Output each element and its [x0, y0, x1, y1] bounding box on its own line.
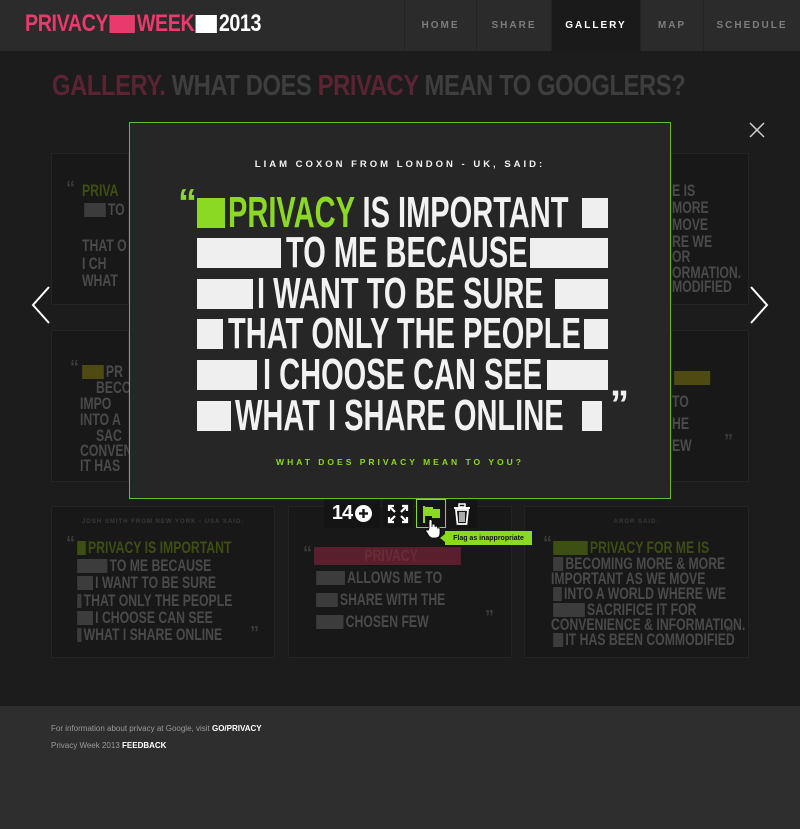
card-line: THAT O [82, 236, 127, 255]
card-line: CHOSEN FEW [345, 612, 429, 631]
card-line: PRIVACY IS IMPORTANT [87, 538, 232, 557]
quote-block [197, 238, 281, 268]
card-line: TO [672, 392, 689, 411]
trash-icon [454, 502, 470, 525]
card-line: SHARE WITH THE [339, 590, 446, 609]
quote-block [555, 279, 608, 309]
page-title-suffix: MEAN TO GOOGLERS? [424, 70, 686, 102]
card-line: HE [672, 414, 690, 433]
quote-block [582, 198, 608, 228]
hand-cursor-icon [425, 519, 441, 539]
quote-line-6: WHAT I SHARE ONLINE [130, 391, 672, 440]
quote-block [530, 238, 608, 268]
page-title: GALLERY. WHAT DOES PRIVACY MEAN TO GOOGL… [52, 70, 686, 103]
gallery-card-bottom-middle[interactable]: “ PRIVACY ALLOWS ME TO SHARE WITH THE CH… [288, 506, 512, 658]
nav-share[interactable]: SHARE [476, 0, 551, 51]
footer-event-text: Privacy Week 2013 [51, 741, 120, 750]
logo-white-block [195, 15, 218, 33]
logo-pink-block [109, 15, 136, 33]
delete-button[interactable] [447, 499, 477, 528]
page-footer: For information about privacy at Google,… [0, 706, 800, 829]
logo-year: 2013 [218, 10, 262, 37]
card-line: I WANT TO BE SURE [95, 573, 216, 592]
card-line: EW [672, 436, 692, 455]
card-line: PRIVA [82, 181, 119, 200]
quote-line-3: I WANT TO BE SURE [130, 269, 672, 318]
expand-icon [387, 504, 409, 523]
gallery-card-bottom-right[interactable]: AROR SAID: “ PRIVACY FOR ME IS BECOMING … [524, 506, 749, 658]
quote-block [197, 279, 253, 309]
modal-question: WHAT DOES PRIVACY MEAN TO YOU? [276, 457, 524, 467]
gallery-card-bottom-left[interactable]: JOSH SMITH FROM NEW YORK - USA SAID: “ P… [51, 506, 275, 658]
quote-modal: LIAM COXON FROM LONDON - UK, SAID: “ PRI… [129, 122, 671, 499]
quote-block [584, 319, 608, 349]
close-quote-mark: ” [610, 384, 629, 426]
quote-line-1: PRIVACY IS IMPORTANT [130, 191, 672, 235]
quote-line-2: TO ME BECAUSE [130, 228, 672, 277]
logo-word-week: WEEK [136, 10, 195, 37]
nav-map[interactable]: MAP [640, 0, 703, 51]
quote-text: I CHOOSE CAN SEE [263, 350, 543, 399]
plus-count: 14 [331, 502, 353, 524]
quote-block [197, 401, 231, 431]
card-line: IT HAS BEEN COMMODIFIED [565, 630, 735, 649]
privacy-week-logo[interactable]: PRIVACY WEEK 2013 [25, 12, 261, 36]
top-bar: PRIVACY WEEK 2013 HOME SHARE GALLERY MAP… [0, 0, 800, 51]
card-line: WHAT I SHARE ONLINE [83, 625, 223, 644]
page-title-prefix: GALLERY. [52, 70, 166, 102]
quote-text: THAT ONLY THE PEOPLE [228, 309, 581, 358]
quote-line-4: THAT ONLY THE PEOPLE [130, 309, 672, 358]
plus-one-button[interactable]: 14 [324, 499, 380, 528]
logo-word-privacy: PRIVACY [25, 10, 109, 37]
close-icon[interactable] [748, 121, 766, 139]
quote-author-caption: LIAM COXON FROM LONDON - UK, SAID: [254, 159, 546, 170]
fullscreen-button[interactable] [383, 499, 413, 528]
plus-circle-icon [355, 505, 373, 522]
footer-feedback-line: Privacy Week 2013 FEEDBACK [51, 741, 166, 750]
gallery-card-top-right[interactable]: E IS MORE MOVE RE WE OR ORMATION. MODIFI… [671, 153, 749, 305]
card-line: TO [107, 200, 125, 219]
footer-info-line: For information about privacy at Google,… [51, 724, 262, 733]
nav-gallery[interactable]: GALLERY [551, 0, 640, 51]
next-arrow-icon[interactable] [748, 285, 770, 325]
footer-info-text: For information about privacy at Google,… [51, 724, 210, 733]
card-line: MODIFIED [672, 277, 732, 296]
quote-block [197, 319, 223, 349]
quote-block [547, 360, 608, 390]
main-nav: HOME SHARE GALLERY MAP SCHEDULE [404, 0, 800, 51]
quote-line-5: I CHOOSE CAN SEE [130, 350, 672, 399]
page-title-mid: WHAT DOES [171, 70, 312, 102]
quote-text: WHAT I SHARE ONLINE [235, 391, 564, 440]
quote-green-block [197, 198, 225, 228]
card-caption: JOSH SMITH FROM NEW YORK - USA SAID: [81, 519, 245, 525]
gallery-card-top-left[interactable]: “ PRIVA TO THAT O I CH WHAT [51, 153, 129, 305]
card-line: WHAT [82, 271, 118, 290]
nav-schedule[interactable]: SCHEDULE [703, 0, 800, 51]
quote-text: TO ME BECAUSE [286, 228, 528, 277]
card-caption: AROR SAID: [613, 519, 660, 525]
go-privacy-link[interactable]: GO/PRIVACY [212, 724, 262, 733]
card-line: IT HAS [80, 456, 121, 475]
gallery-card-mid-left[interactable]: “ PR BECOM IMPO INTO A SAC CONVENIE IT H… [51, 330, 144, 482]
card-line: PRIVACY [314, 547, 462, 565]
feedback-link[interactable]: FEEDBACK [122, 741, 166, 750]
gallery-card-mid-right[interactable]: TO HE EW ” [671, 330, 749, 482]
card-line: ALLOWS ME TO [347, 568, 443, 587]
page-title-highlight: PRIVACY [317, 70, 419, 102]
quote-block [582, 401, 602, 431]
quote-block [197, 360, 257, 390]
nav-home[interactable]: HOME [404, 0, 476, 51]
flag-tooltip: Flag as inappropriate [440, 531, 532, 545]
quote-text: I WANT TO BE SURE [257, 269, 544, 318]
previous-arrow-icon[interactable] [30, 285, 52, 325]
